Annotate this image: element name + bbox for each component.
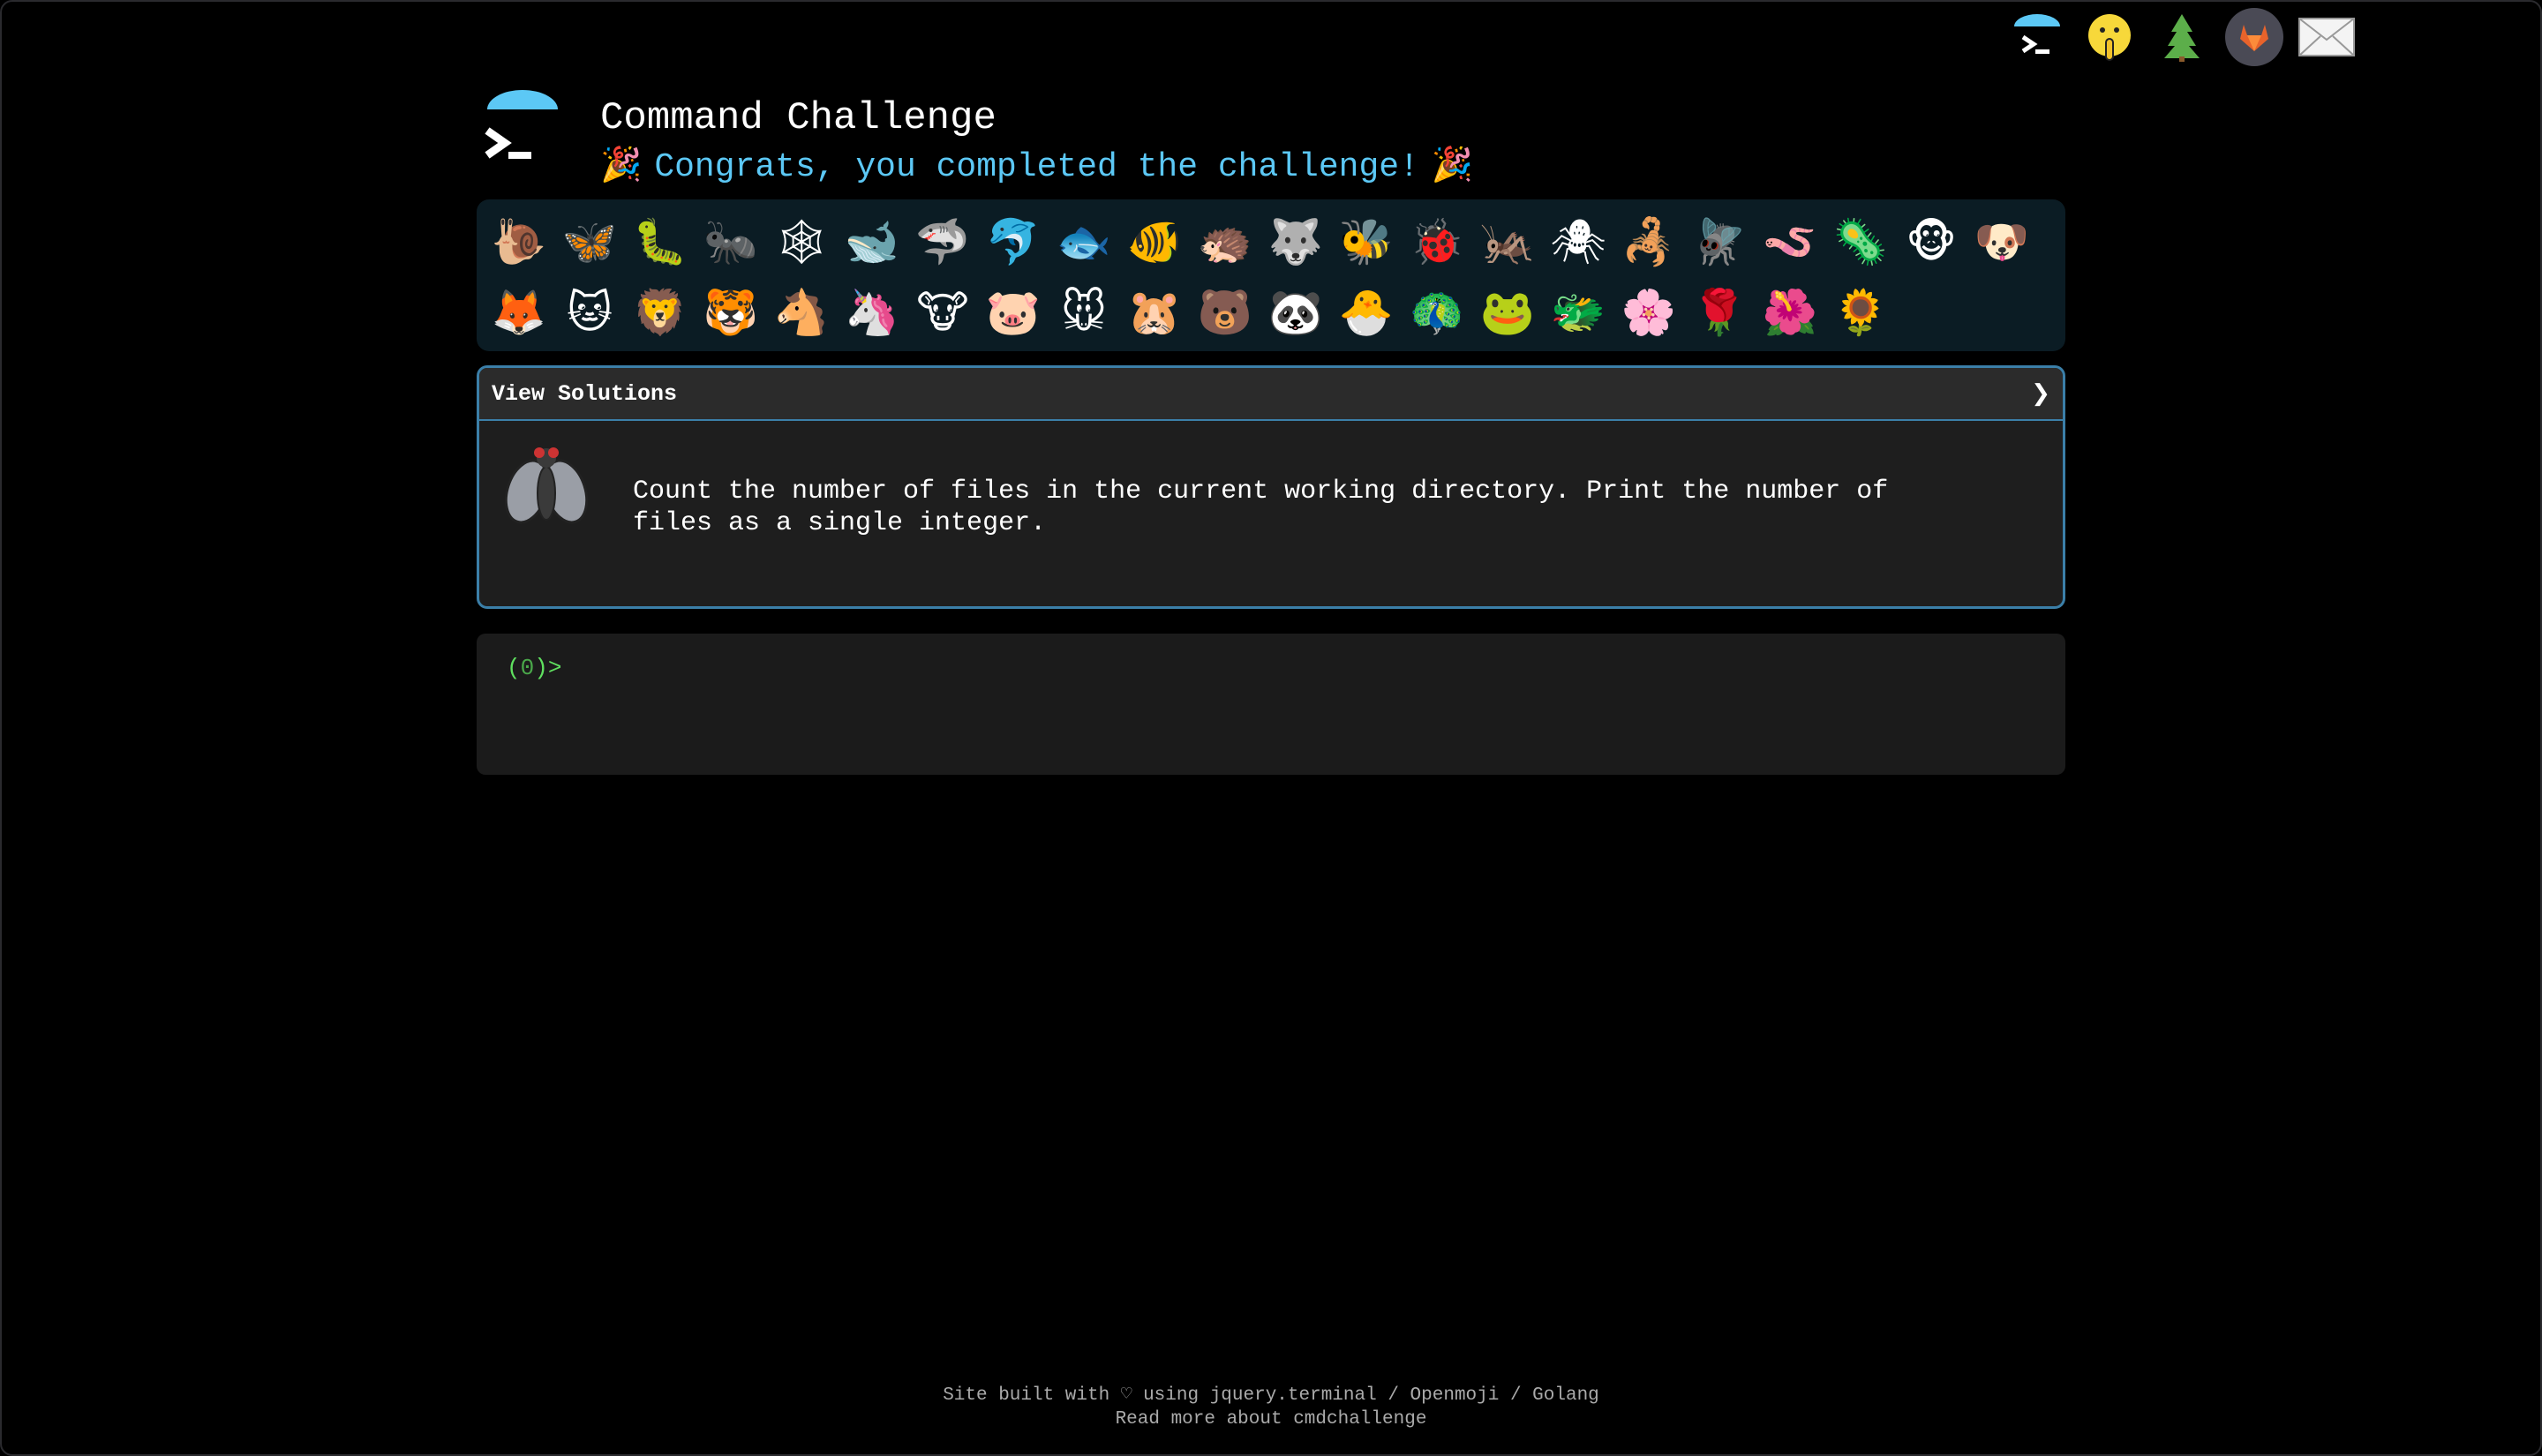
congrats-message: 🎉 Congrats, you completed the challenge!… [600, 146, 1473, 189]
party-popper-icon: 🎉 [600, 148, 643, 186]
page-title: Command Challenge [600, 96, 996, 140]
challenge-badge-icon[interactable]: 🐺 [1260, 206, 1331, 277]
golang-link[interactable]: Golang [1532, 1385, 1599, 1406]
view-solutions-label: View Solutions [492, 380, 678, 407]
progress-row-1: 🐌 🦋 🐛 🐜 🕸 🐋 🦈 🐬 🐟 🐠 🦔 🐺 🐝 🐞 🦗 🕷 🦂 🪰 🪱 🦠 🐵 🐶 [484, 206, 2058, 277]
jquery-terminal-link[interactable]: jquery.terminal [1210, 1385, 1377, 1406]
challenge-badge-icon[interactable]: 🐟 [1049, 206, 1119, 277]
gitlab-icon[interactable] [2224, 7, 2284, 67]
tree-icon[interactable] [2152, 7, 2212, 67]
prompt-exit-code: 0 [520, 655, 535, 681]
mail-icon[interactable] [2297, 7, 2357, 67]
challenge-badge-icon[interactable]: 🐸 [1472, 277, 1543, 348]
challenge-badge-icon[interactable]: 🦚 [1402, 277, 1472, 348]
challenge-badge-icon[interactable]: 🐛 [625, 206, 696, 277]
challenge-badge-icon[interactable]: 🐶 [1967, 206, 2037, 277]
terminal[interactable]: (0)> [477, 634, 2065, 775]
challenge-badge-icon[interactable]: 🐌 [484, 206, 554, 277]
challenge-badge-icon[interactable]: 🐲 [1543, 277, 1613, 348]
challenge-badge-icon[interactable]: 🕸 [766, 206, 837, 277]
challenge-panel: View Solutions ❯ Count the number of fil… [477, 365, 2065, 609]
challenge-badge-icon[interactable]: 🌻 [1825, 277, 1896, 348]
challenge-badge-icon[interactable]: 🐻 [1190, 277, 1260, 348]
challenge-badge-icon[interactable]: 🦗 [1472, 206, 1543, 277]
challenge-badge-icon[interactable]: 🐮 [907, 277, 978, 348]
challenge-badge-icon[interactable]: 🦠 [1825, 206, 1896, 277]
challenge-badge-icon[interactable]: 🦄 [837, 277, 907, 348]
challenge-badge-icon[interactable]: 🐜 [696, 206, 766, 277]
terminal-prompt: (0)> [507, 655, 561, 681]
challenge-badge-icon[interactable]: 🐱 [554, 277, 625, 348]
challenge-badge-icon[interactable]: 🦊 [484, 277, 554, 348]
title-block: Command Challenge 🎉 Congrats, you comple… [600, 88, 1473, 189]
view-solutions-toggle[interactable]: View Solutions ❯ [479, 368, 2063, 421]
challenge-badge-icon[interactable]: 🐋 [837, 206, 907, 277]
prompt-open: ( [507, 655, 521, 681]
logo-icon[interactable] [477, 88, 567, 178]
challenge-badge-icon[interactable]: 🐠 [1119, 206, 1190, 277]
header: Command Challenge 🎉 Congrats, you comple… [477, 88, 1473, 189]
challenge-badge-icon[interactable]: 🐯 [696, 277, 766, 348]
prompt-close: )> [534, 655, 562, 681]
footer-line-1: Site built with ♡ using jquery.terminal … [0, 1384, 2542, 1407]
footer: Site built with ♡ using jquery.terminal … [0, 1384, 2542, 1431]
footer-separator: / [1499, 1385, 1533, 1406]
challenge-badge-icon[interactable]: 🌹 [1684, 277, 1755, 348]
openmoji-link[interactable]: Openmoji [1410, 1385, 1500, 1406]
challenge-badge-icon[interactable]: 🐝 [1331, 206, 1402, 277]
challenge-badge-icon[interactable]: 🦂 [1613, 206, 1684, 277]
challenge-badge-icon[interactable]: 🐼 [1260, 277, 1331, 348]
cmdchallenge-logo-icon[interactable] [2007, 7, 2067, 67]
challenge-badge-icon[interactable]: 🐣 [1331, 277, 1402, 348]
challenge-badge-icon[interactable]: 🌺 [1755, 277, 1825, 348]
challenge-badge-icon[interactable]: 🐵 [1896, 206, 1967, 277]
challenge-badge-icon[interactable]: 🌸 [1613, 277, 1684, 348]
challenge-body: Count the number of files in the current… [479, 421, 2063, 559]
challenge-badge-icon[interactable]: 🐷 [978, 277, 1049, 348]
challenge-badge-icon[interactable]: 🐬 [978, 206, 1049, 277]
challenge-badge-icon[interactable]: 🪱 [1755, 206, 1825, 277]
fly-icon [502, 440, 590, 537]
footer-separator: / [1376, 1385, 1410, 1406]
shushing-face-icon[interactable] [2079, 7, 2140, 67]
challenge-badge-icon[interactable]: 🐭 [1049, 277, 1119, 348]
challenge-badge-icon[interactable]: 🦔 [1190, 206, 1260, 277]
footer-prefix: Site built with ♡ using [943, 1385, 1210, 1406]
congrats-text: Congrats, you completed the challenge! [654, 148, 1419, 186]
challenge-progress-strip: 🐌 🦋 🐛 🐜 🕸 🐋 🦈 🐬 🐟 🐠 🦔 🐺 🐝 🐞 🦗 🕷 🦂 🪰 🪱 🦠 🐵 🐶 🦊 🐱 🦁 🐯 🐴 🦄 🐮 🐷 🐭 🐹 🐻 🐼 🐣 🦚 🐸 🐲 🌸… [477, 199, 2065, 351]
challenge-badge-icon[interactable]: 🐞 [1402, 206, 1472, 277]
challenge-badge-icon[interactable]: 🐹 [1119, 277, 1190, 348]
chevron-right-icon: ❯ [2031, 380, 2050, 407]
challenge-badge-icon[interactable]: 🕷 [1543, 206, 1613, 277]
footer-line-2: Read more about cmdchallenge [0, 1407, 2542, 1431]
top-links [2007, 7, 2357, 67]
read-more-link[interactable]: Read more about cmdchallenge [1116, 1409, 1427, 1430]
challenge-description: Count the number of files in the current… [633, 477, 1889, 538]
challenge-badge-icon[interactable]: 🦁 [625, 277, 696, 348]
challenge-badge-icon[interactable]: 🦋 [554, 206, 625, 277]
progress-row-2: 🦊 🐱 🦁 🐯 🐴 🦄 🐮 🐷 🐭 🐹 🐻 🐼 🐣 🦚 🐸 🐲 🌸 🌹 🌺 🌻 [484, 277, 2058, 348]
challenge-badge-icon[interactable]: 🪰 [1684, 206, 1755, 277]
party-popper-icon: 🎉 [1431, 148, 1474, 186]
challenge-badge-icon[interactable]: 🐴 [766, 277, 837, 348]
challenge-badge-icon[interactable]: 🦈 [907, 206, 978, 277]
